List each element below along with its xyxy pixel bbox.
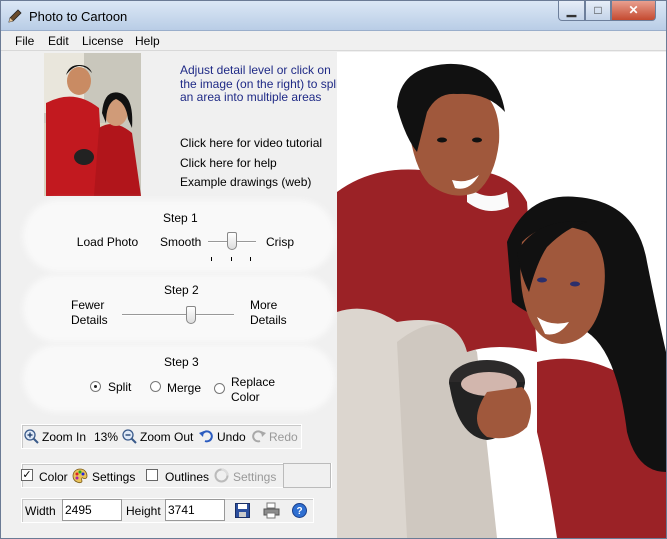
slider-tick bbox=[211, 257, 212, 261]
menu-file[interactable]: File bbox=[15, 34, 34, 48]
details-slider[interactable] bbox=[186, 306, 197, 324]
replace-color-radio[interactable] bbox=[214, 383, 225, 394]
zoom-percent: 13% bbox=[94, 430, 119, 444]
palette-icon[interactable] bbox=[72, 468, 88, 484]
height-input[interactable]: 3741 bbox=[165, 499, 225, 521]
undo-button[interactable]: Undo bbox=[217, 430, 246, 444]
svg-text:?: ? bbox=[296, 506, 302, 517]
load-photo-button[interactable]: Load Photo bbox=[71, 231, 144, 254]
more-label: More bbox=[250, 298, 278, 312]
menu-bar: File Edit License Help bbox=[1, 31, 666, 51]
smooth-crisp-slider[interactable] bbox=[227, 232, 237, 250]
instructions-line-3: an area into multiple areas bbox=[180, 90, 322, 104]
color-settings-button[interactable]: Settings bbox=[92, 470, 135, 484]
outline-settings-icon[interactable] bbox=[214, 468, 229, 483]
slider-tick bbox=[250, 257, 251, 261]
outline-color-swatch[interactable] bbox=[283, 463, 331, 488]
step1-title: Step 1 bbox=[163, 211, 198, 225]
source-photo-thumbnail bbox=[44, 53, 141, 196]
app-window: Photo to Cartoon ▁ □ ✕ File Edit License… bbox=[0, 0, 667, 539]
replace-label: Replace bbox=[231, 375, 276, 389]
slider-tick bbox=[231, 257, 232, 261]
maximize-icon: □ bbox=[594, 3, 602, 17]
redo-icon[interactable] bbox=[252, 429, 266, 443]
redo-button[interactable]: Redo bbox=[269, 430, 298, 444]
step2-title: Step 2 bbox=[164, 283, 199, 297]
zoom-in-button[interactable]: Zoom In bbox=[42, 430, 86, 444]
replace-color-label: Color bbox=[231, 390, 260, 404]
menu-edit[interactable]: Edit bbox=[48, 34, 69, 48]
menu-license[interactable]: License bbox=[82, 34, 123, 48]
help-icon[interactable]: ? bbox=[292, 503, 307, 518]
example-drawings-link[interactable]: Example drawings (web) bbox=[180, 175, 311, 189]
video-tutorial-link[interactable]: Click here for video tutorial bbox=[180, 136, 322, 150]
step3-title: Step 3 bbox=[164, 355, 199, 369]
close-button[interactable]: ✕ bbox=[611, 1, 656, 21]
zoom-out-icon[interactable] bbox=[122, 429, 137, 444]
merge-label: Merge bbox=[167, 381, 202, 395]
window-title: Photo to Cartoon bbox=[29, 9, 128, 24]
fewer-label: Fewer bbox=[71, 298, 105, 312]
more-details-label: Details bbox=[250, 313, 287, 327]
outlines-label: Outlines bbox=[165, 470, 210, 484]
split-radio[interactable] bbox=[90, 381, 101, 392]
smooth-label: Smooth bbox=[160, 235, 202, 249]
width-input[interactable]: 2495 bbox=[62, 499, 122, 521]
split-label: Split bbox=[108, 380, 132, 394]
instructions-line-1: Adjust detail level or click on bbox=[180, 63, 331, 77]
save-icon[interactable] bbox=[235, 503, 250, 518]
minimize-button[interactable]: ▁ bbox=[558, 1, 585, 21]
color-label: Color bbox=[39, 470, 68, 484]
undo-icon[interactable] bbox=[199, 429, 213, 443]
crisp-label: Crisp bbox=[266, 235, 295, 249]
title-bar: Photo to Cartoon ▁ □ ✕ bbox=[1, 1, 666, 31]
width-label: Width bbox=[25, 504, 56, 518]
close-icon: ✕ bbox=[628, 3, 639, 17]
height-label: Height bbox=[126, 504, 161, 518]
instructions-line-2: the image (on the right) to split bbox=[180, 77, 343, 91]
cartoon-image[interactable] bbox=[337, 52, 666, 538]
fewer-details-label: Details bbox=[71, 313, 108, 327]
menu-help[interactable]: Help bbox=[135, 34, 160, 48]
merge-radio[interactable] bbox=[150, 381, 161, 392]
color-checkbox[interactable]: ✓ bbox=[21, 469, 33, 481]
zoom-out-button[interactable]: Zoom Out bbox=[140, 430, 193, 444]
cartoon-canvas[interactable] bbox=[337, 52, 666, 538]
print-icon[interactable] bbox=[263, 502, 280, 519]
zoom-in-icon[interactable] bbox=[24, 429, 39, 444]
maximize-button[interactable]: □ bbox=[585, 1, 611, 21]
outlines-checkbox[interactable] bbox=[146, 469, 158, 481]
details-track bbox=[122, 314, 234, 316]
pencil-icon bbox=[8, 9, 22, 23]
outline-settings-button[interactable]: Settings bbox=[233, 470, 276, 484]
help-link[interactable]: Click here for help bbox=[180, 156, 277, 170]
minimize-icon: ▁ bbox=[566, 3, 577, 17]
